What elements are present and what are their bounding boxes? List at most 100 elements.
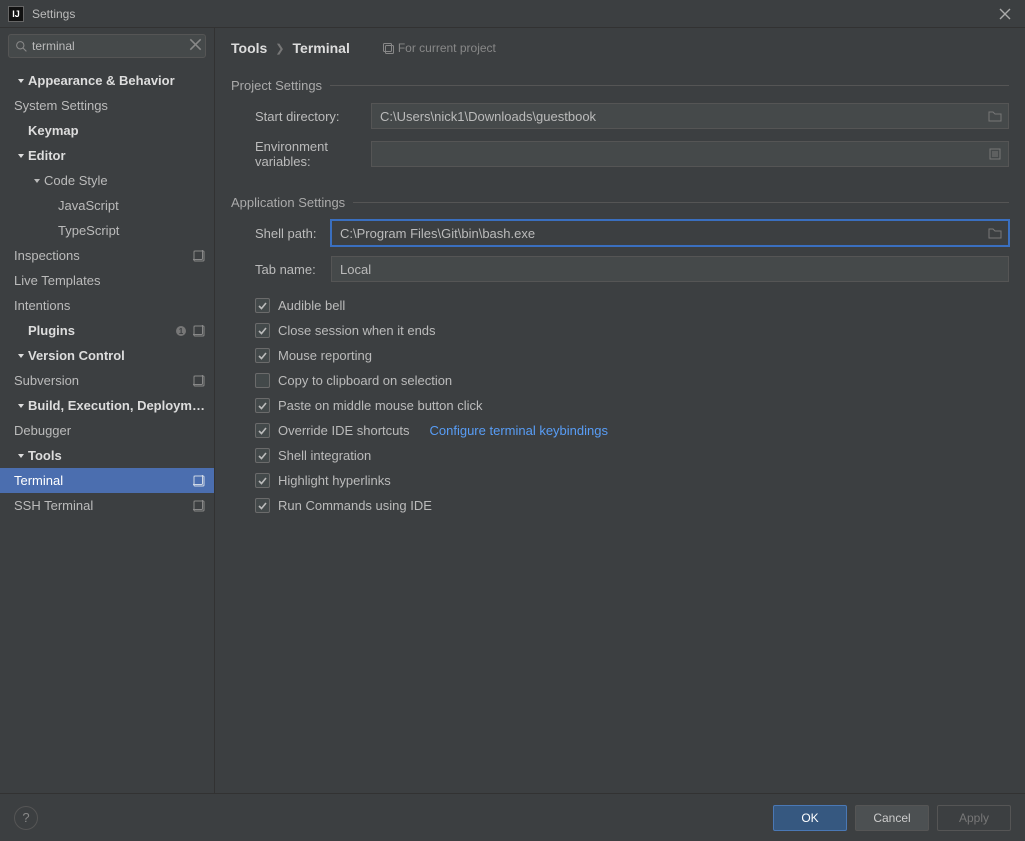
tree-code-style[interactable]: Code Style: [0, 168, 214, 193]
content-panel: Tools ❯ Terminal For current project Pro…: [215, 28, 1025, 793]
checkbox[interactable]: [255, 323, 270, 338]
tree-label: Code Style: [44, 173, 206, 188]
row-tab-name: Tab name:: [231, 256, 1009, 282]
tree-label: Appearance & Behavior: [28, 73, 206, 88]
check-highlight-links[interactable]: Highlight hyperlinks: [231, 473, 1009, 488]
check-close-session[interactable]: Close session when it ends: [231, 323, 1009, 338]
section-project-settings: Project Settings: [231, 78, 1009, 93]
check-paste-middle[interactable]: Paste on middle mouse button click: [231, 398, 1009, 413]
tree-label: Debugger: [14, 423, 206, 438]
titlebar: IJ Settings: [0, 0, 1025, 28]
tree-label: Intentions: [14, 298, 206, 313]
checkbox[interactable]: [255, 498, 270, 513]
ok-button[interactable]: OK: [773, 805, 847, 831]
project-scope-icon[interactable]: [192, 374, 206, 388]
tree-terminal[interactable]: Terminal: [0, 468, 214, 493]
check-audible-bell[interactable]: Audible bell: [231, 298, 1009, 313]
apply-button[interactable]: Apply: [937, 805, 1011, 831]
project-scope-icon[interactable]: [192, 324, 206, 338]
cancel-button[interactable]: Cancel: [855, 805, 929, 831]
project-scope-icon[interactable]: [192, 474, 206, 488]
chevron-down-icon: [14, 77, 28, 85]
sidebar: Appearance & Behavior System Settings Ke…: [0, 28, 215, 793]
project-scope-hint: For current project: [382, 41, 496, 55]
chevron-down-icon: [14, 352, 28, 360]
check-override-ide[interactable]: Override IDE shortcuts Configure termina…: [231, 423, 1009, 438]
tree-build-execution[interactable]: Build, Execution, Deployment: [0, 393, 214, 418]
configure-keybindings-link[interactable]: Configure terminal keybindings: [430, 423, 608, 438]
browse-folder-icon[interactable]: [987, 108, 1003, 124]
check-shell-integration[interactable]: Shell integration: [231, 448, 1009, 463]
tree-inspections[interactable]: Inspections: [0, 243, 214, 268]
tree-system-settings[interactable]: System Settings: [0, 93, 214, 118]
tree-appearance-behavior[interactable]: Appearance & Behavior: [0, 68, 214, 93]
checkbox[interactable]: [255, 373, 270, 388]
info-badge-icon[interactable]: 1: [174, 324, 188, 338]
tree-keymap[interactable]: Keymap: [0, 118, 214, 143]
checkbox[interactable]: [255, 348, 270, 363]
tree-editor[interactable]: Editor: [0, 143, 214, 168]
start-directory-label: Start directory:: [231, 109, 371, 124]
tree-label: Terminal: [14, 473, 188, 488]
tree-label: Inspections: [14, 248, 188, 263]
tree-label: Live Templates: [14, 273, 206, 288]
tree-typescript[interactable]: TypeScript: [0, 218, 214, 243]
app-logo-icon: IJ: [8, 6, 24, 22]
settings-tree: Appearance & Behavior System Settings Ke…: [0, 64, 214, 793]
check-mouse-reporting[interactable]: Mouse reporting: [231, 348, 1009, 363]
window-title: Settings: [32, 7, 75, 21]
row-env-variables: Environment variables:: [231, 139, 1009, 169]
tree-label: Version Control: [28, 348, 206, 363]
breadcrumb-tools[interactable]: Tools: [231, 40, 267, 56]
tree-ssh-terminal[interactable]: SSH Terminal: [0, 493, 214, 518]
chevron-down-icon: [30, 177, 44, 185]
tree-label: TypeScript: [58, 223, 206, 238]
search-field[interactable]: [8, 34, 206, 58]
check-copy-clipboard[interactable]: Copy to clipboard on selection: [231, 373, 1009, 388]
breadcrumb-terminal: Terminal: [293, 40, 350, 56]
tree-version-control[interactable]: Version Control: [0, 343, 214, 368]
section-application-settings: Application Settings: [231, 195, 1009, 210]
tree-tools[interactable]: Tools: [0, 443, 214, 468]
tree-javascript[interactable]: JavaScript: [0, 193, 214, 218]
search-icon: [15, 40, 28, 53]
expand-list-icon[interactable]: [987, 146, 1003, 162]
chevron-down-icon: [14, 452, 28, 460]
tree-label: SSH Terminal: [14, 498, 188, 513]
checkbox[interactable]: [255, 473, 270, 488]
tree-label: Tools: [28, 448, 206, 463]
chevron-right-icon: ❯: [275, 42, 284, 55]
tree-intentions[interactable]: Intentions: [0, 293, 214, 318]
check-run-commands-ide[interactable]: Run Commands using IDE: [231, 498, 1009, 513]
clear-search-icon[interactable]: [187, 38, 204, 54]
tree-subversion[interactable]: Subversion: [0, 368, 214, 393]
checkbox[interactable]: [255, 448, 270, 463]
row-start-directory: Start directory:: [231, 103, 1009, 129]
tree-debugger[interactable]: Debugger: [0, 418, 214, 443]
env-variables-label: Environment variables:: [231, 139, 371, 169]
checkbox[interactable]: [255, 298, 270, 313]
search-input[interactable]: [32, 39, 187, 53]
checkbox-label: Paste on middle mouse button click: [278, 398, 483, 413]
tree-label: Editor: [28, 148, 206, 163]
footer: ? OK Cancel Apply: [0, 793, 1025, 841]
checkbox-label: Mouse reporting: [278, 348, 372, 363]
checkbox-label: Copy to clipboard on selection: [278, 373, 452, 388]
checkbox[interactable]: [255, 398, 270, 413]
browse-folder-icon[interactable]: [987, 225, 1003, 241]
shell-path-input[interactable]: [331, 220, 1009, 246]
tree-plugins[interactable]: Plugins 1: [0, 318, 214, 343]
tree-live-templates[interactable]: Live Templates: [0, 268, 214, 293]
copy-icon: [382, 42, 394, 54]
env-variables-input[interactable]: [371, 141, 1009, 167]
help-button[interactable]: ?: [14, 806, 38, 830]
start-directory-input[interactable]: [371, 103, 1009, 129]
chevron-down-icon: [14, 152, 28, 160]
project-scope-icon[interactable]: [192, 249, 206, 263]
tab-name-input[interactable]: [331, 256, 1009, 282]
checkbox[interactable]: [255, 423, 270, 438]
project-scope-icon[interactable]: [192, 499, 206, 513]
checkbox-label: Audible bell: [278, 298, 345, 313]
tree-label: JavaScript: [58, 198, 206, 213]
close-button[interactable]: [993, 2, 1017, 26]
